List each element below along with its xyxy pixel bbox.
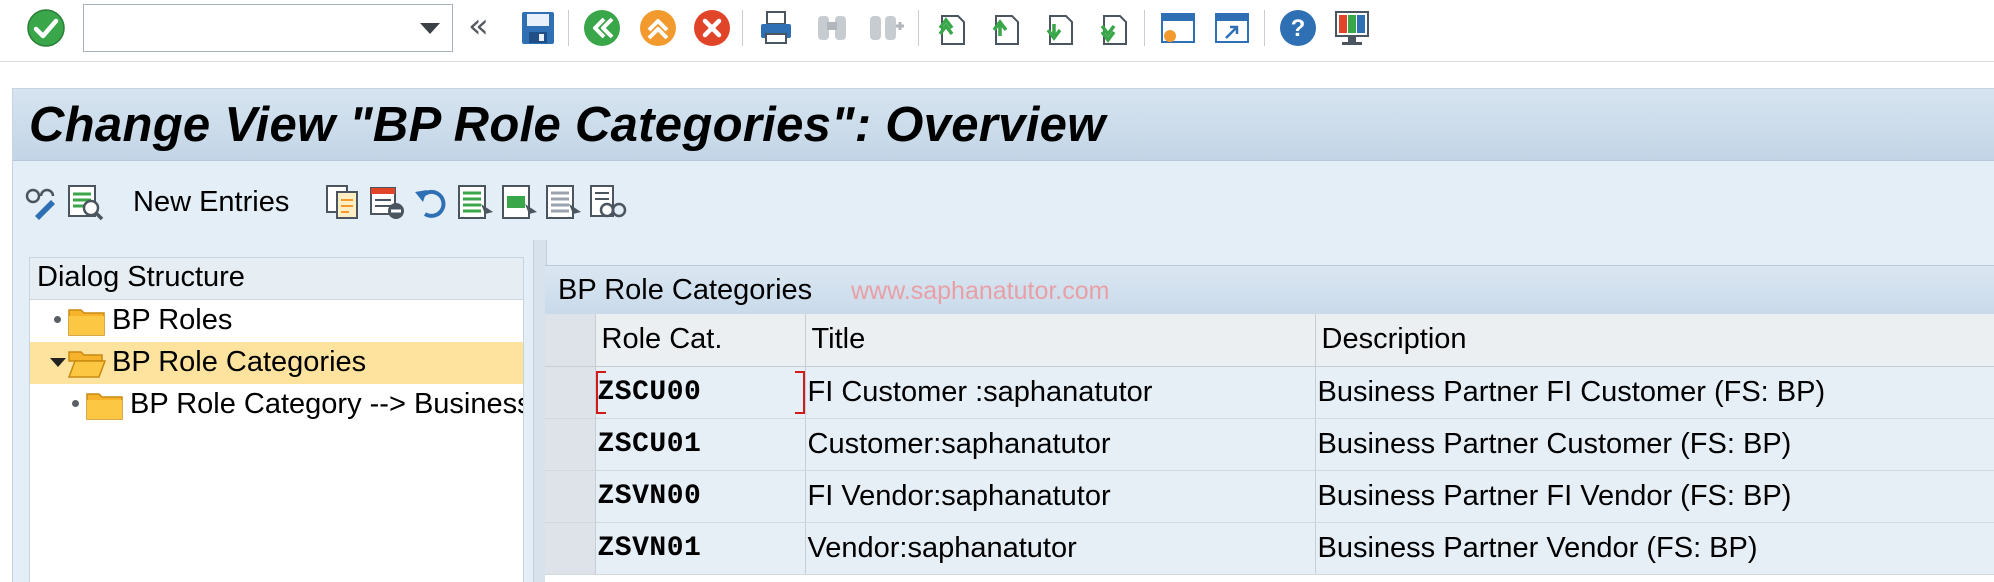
create-session-icon[interactable]: [1158, 8, 1198, 48]
dialog-structure-panel: Dialog Structure BP Roles BP Role Catego…: [29, 257, 524, 582]
dialog-structure-title: Dialog Structure: [30, 258, 523, 300]
description-cell[interactable]: Business Partner FI Vendor (FS: BP): [1315, 470, 1994, 523]
page-title: Change View "BP Role Categories": Overvi…: [29, 98, 1106, 152]
folder-icon: [86, 388, 124, 420]
cancel-icon[interactable]: [692, 8, 732, 48]
tree-node-icon[interactable]: [72, 400, 79, 407]
undo-change-icon[interactable]: [411, 182, 451, 222]
role-cat-cell[interactable]: ZSVN01: [595, 522, 806, 575]
column-header-description[interactable]: Description: [1315, 314, 1994, 367]
tree-expanded-icon[interactable]: [50, 358, 66, 367]
row-selector[interactable]: [545, 366, 596, 419]
table-row: ZSVN00 FI Vendor:saphanatutor Business P…: [545, 470, 1994, 523]
tree-item-bp-role-category-business[interactable]: BP Role Category --> Business: [30, 384, 523, 426]
tree-item-label: BP Roles: [112, 304, 233, 336]
title-cell[interactable]: FI Customer :saphanatutor: [805, 366, 1316, 419]
first-page-icon[interactable]: [930, 8, 970, 48]
column-header-role-cat[interactable]: Role Cat.: [595, 314, 806, 367]
find-icon[interactable]: [812, 8, 852, 48]
svg-text:?: ?: [1291, 15, 1306, 42]
role-cat-cell[interactable]: ZSCU00: [595, 366, 806, 419]
details-icon[interactable]: [65, 182, 105, 222]
table-header-row: Role Cat. Title Description: [545, 314, 1994, 367]
select-block-icon[interactable]: [499, 182, 539, 222]
system-toolbar: « ?: [0, 0, 1994, 62]
table-row: ZSCU00 FI Customer :saphanatutor Busines…: [545, 366, 1994, 419]
delete-icon[interactable]: [367, 182, 407, 222]
table-row: ZSVN01 Vendor:saphanatutor Business Part…: [545, 522, 1994, 575]
next-page-icon[interactable]: [1038, 8, 1078, 48]
title-cell[interactable]: FI Vendor:saphanatutor: [805, 470, 1316, 523]
table-title: BP Role Categories: [558, 274, 813, 306]
table-title-bar: BP Role Categories www.saphanatutor.com: [545, 266, 1994, 314]
role-cat-value: ZSCU00: [597, 376, 702, 408]
chevron-down-icon[interactable]: [420, 23, 440, 34]
title-cell[interactable]: Customer:saphanatutor: [805, 418, 1316, 471]
copy-as-icon[interactable]: [323, 182, 363, 222]
tree-item-bp-roles[interactable]: BP Roles: [30, 300, 523, 342]
shortcut-icon[interactable]: [1212, 8, 1252, 48]
title-bar: Change View "BP Role Categories": Overvi…: [13, 89, 1994, 161]
focus-marker: [794, 370, 804, 414]
command-input[interactable]: [84, 5, 404, 51]
select-all-rows-button[interactable]: [545, 314, 596, 367]
help-icon[interactable]: ?: [1278, 8, 1318, 48]
tree-item-label: BP Role Category --> Business: [130, 388, 523, 420]
folder-icon: [68, 304, 106, 336]
main-frame: Change View "BP Role Categories": Overvi…: [12, 88, 1994, 582]
print-icon[interactable]: [756, 8, 796, 48]
select-all-icon[interactable]: [455, 182, 495, 222]
description-cell[interactable]: Business Partner FI Customer (FS: BP): [1315, 366, 1994, 419]
tree-node-icon[interactable]: [54, 316, 61, 323]
table-panel: BP Role Categories www.saphanatutor.com …: [545, 265, 1994, 582]
command-field[interactable]: [83, 4, 453, 52]
find-next-icon[interactable]: [866, 8, 906, 48]
watermark: www.saphanatutor.com: [851, 277, 1110, 305]
last-page-icon[interactable]: [1092, 8, 1132, 48]
exit-icon[interactable]: [638, 8, 678, 48]
configuration-icon[interactable]: [587, 182, 627, 222]
tree-item-bp-role-categories[interactable]: BP Role Categories: [30, 342, 523, 384]
description-cell[interactable]: Business Partner Customer (FS: BP): [1315, 418, 1994, 471]
previous-page-icon[interactable]: [984, 8, 1024, 48]
bp-role-categories-table: Role Cat. Title Description ZSCU00 FI Cu…: [545, 314, 1994, 575]
row-selector[interactable]: [545, 418, 596, 471]
application-toolbar: New Entries: [13, 162, 1994, 240]
collapse-command-field-icon[interactable]: «: [468, 8, 489, 44]
new-entries-button[interactable]: New Entries: [133, 186, 289, 219]
role-cat-cell[interactable]: ZSCU01: [595, 418, 806, 471]
deselect-all-icon[interactable]: [543, 182, 583, 222]
open-folder-icon: [68, 346, 106, 378]
layout-menu-icon[interactable]: [1332, 8, 1372, 48]
role-cat-cell[interactable]: ZSVN00: [595, 470, 806, 523]
enter-icon[interactable]: [26, 8, 66, 48]
row-selector[interactable]: [545, 470, 596, 523]
title-cell[interactable]: Vendor:saphanatutor: [805, 522, 1316, 575]
display-change-icon[interactable]: [21, 182, 61, 222]
tree-item-label: BP Role Categories: [112, 346, 367, 378]
description-cell[interactable]: Business Partner Vendor (FS: BP): [1315, 522, 1994, 575]
row-selector[interactable]: [545, 522, 596, 575]
back-icon[interactable]: [582, 8, 622, 48]
table-row: ZSCU01 Customer:saphanatutor Business Pa…: [545, 418, 1994, 471]
save-icon[interactable]: [518, 8, 558, 48]
column-header-title[interactable]: Title: [805, 314, 1316, 367]
